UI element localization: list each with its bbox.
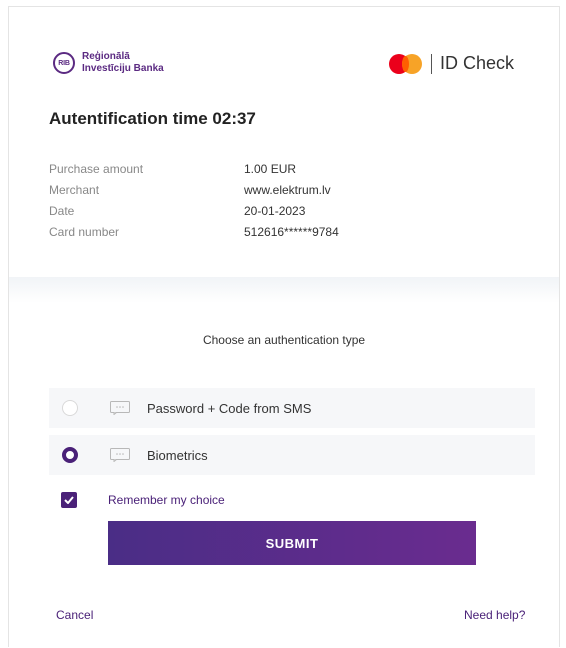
detail-label: Purchase amount <box>49 161 144 176</box>
id-check-label: ID Check <box>440 53 515 73</box>
detail-row: Merchant www.elektrum.lv <box>49 179 339 200</box>
auth-option-label: Password + Code from SMS <box>147 400 312 416</box>
radio-biometrics[interactable] <box>62 447 78 463</box>
detail-label: Date <box>49 203 75 218</box>
bank-name-line2: Investīciju Banka <box>82 63 164 74</box>
auth-option-sms[interactable]: Password + Code from SMS <box>49 388 535 428</box>
remember-checkbox[interactable] <box>61 492 77 508</box>
submit-button[interactable]: SUBMIT <box>108 521 476 565</box>
section-divider <box>9 277 559 303</box>
auth-timer: 02:37 <box>212 109 256 128</box>
purchase-details: Purchase amount 1.00 EUR Merchant www.el… <box>49 158 339 242</box>
bank-logo: RIB Reģionālā Investīciju Banka <box>53 51 164 75</box>
remember-label: Remember my choice <box>108 493 225 507</box>
bank-name: Reģionālā Investīciju Banka <box>82 51 164 75</box>
remember-choice[interactable]: Remember my choice <box>61 492 225 508</box>
detail-row: Card number 512616******9784 <box>49 221 339 242</box>
detail-label: Card number <box>49 224 120 239</box>
help-link[interactable]: Need help? <box>464 608 525 622</box>
checkmark-icon <box>64 496 74 504</box>
detail-value: 1.00 EUR <box>244 161 297 176</box>
auth-option-label: Biometrics <box>147 447 208 463</box>
auth-option-biometrics[interactable]: Biometrics <box>49 435 535 475</box>
message-icon <box>110 448 130 462</box>
bank-name-line1: Reģionālā <box>82 51 130 62</box>
auth-title-text: Autentification time <box>49 109 208 128</box>
choose-auth-label: Choose an authentication type <box>202 333 366 347</box>
page-title: Autentification time 02:37 <box>49 109 256 129</box>
detail-value: www.elektrum.lv <box>244 182 331 197</box>
id-check-separator <box>431 53 432 74</box>
bank-logo-mark: RIB <box>53 52 75 74</box>
id-check-logo: ID Check <box>389 53 514 74</box>
mastercard-icon <box>389 53 423 74</box>
detail-label: Merchant <box>49 182 100 197</box>
detail-row: Date 20-01-2023 <box>49 200 339 221</box>
auth-dialog: RIB Reģionālā Investīciju Banka ID Check… <box>8 6 560 647</box>
detail-row: Purchase amount 1.00 EUR <box>49 158 339 179</box>
radio-sms[interactable] <box>62 400 78 416</box>
detail-value: 512616******9784 <box>244 224 339 239</box>
cancel-link[interactable]: Cancel <box>56 608 93 622</box>
message-icon <box>110 401 130 415</box>
detail-value: 20-01-2023 <box>244 203 306 218</box>
